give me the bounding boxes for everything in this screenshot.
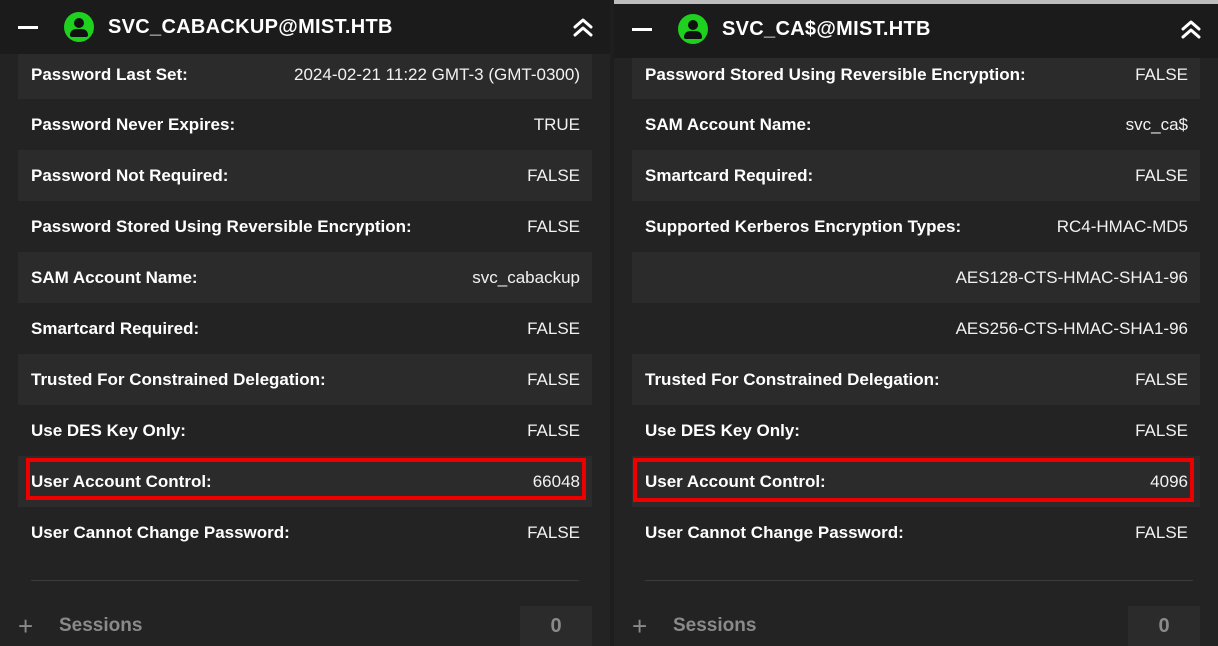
user-icon (64, 12, 94, 42)
property-row: Password Stored Using Reversible Encrypt… (18, 201, 592, 252)
property-label: User Cannot Change Password: (31, 522, 290, 542)
properties-list: Password Stored Using Reversible Encrypt… (632, 54, 1200, 558)
property-row: User Cannot Change Password: FALSE (18, 507, 592, 558)
property-label: Password Last Set: (31, 65, 188, 84)
sessions-label: Sessions (673, 615, 757, 636)
property-label: Trusted For Constrained Delegation: (31, 369, 326, 389)
property-label: Password Never Expires: (31, 114, 236, 134)
property-value: FALSE (1135, 65, 1188, 84)
property-row: Trusted For Constrained Delegation: FALS… (632, 354, 1200, 405)
property-value: svc_cabackup (472, 267, 580, 287)
property-label: Use DES Key Only: (31, 420, 186, 440)
property-label: User Cannot Change Password: (645, 522, 904, 542)
property-row: User Cannot Change Password: FALSE (632, 507, 1200, 558)
property-row: Password Never Expires: TRUE (18, 99, 592, 150)
property-label: Smartcard Required: (645, 165, 814, 185)
property-row: Trusted For Constrained Delegation: FALS… (18, 354, 592, 405)
sessions-label: Sessions (59, 615, 143, 636)
minimize-icon[interactable] (632, 27, 652, 31)
property-value: 2024-02-21 11:22 GMT-3 (GMT-0300) (294, 65, 580, 84)
double-chevron-up-icon[interactable] (1180, 18, 1202, 40)
property-label: Trusted For Constrained Delegation: (645, 369, 940, 389)
sessions-count-badge: 0 (520, 606, 592, 646)
sessions-section-header[interactable]: + Sessions 0 (632, 606, 1200, 646)
node-panel-svc-ca: Password Stored Using Reversible Encrypt… (614, 0, 1218, 646)
property-label: Use DES Key Only: (645, 420, 800, 440)
property-row: Use DES Key Only: FALSE (18, 405, 592, 456)
property-value: FALSE (527, 369, 580, 389)
property-row: SAM Account Name: svc_ca$ (632, 99, 1200, 150)
property-value: TRUE (533, 114, 580, 134)
panel-header: SVC_CA$@MIST.HTB (614, 4, 1218, 58)
property-label: Supported Kerberos Encryption Types: (645, 216, 962, 236)
property-row: Password Last Set: 2024-02-21 11:22 GMT-… (18, 54, 592, 99)
double-chevron-up-icon[interactable] (572, 16, 594, 38)
property-value: FALSE (1135, 369, 1188, 389)
property-row-user-account-control: User Account Control: 66048 (18, 456, 592, 507)
property-value: AES256-CTS-HMAC-SHA1-96 (955, 318, 1188, 338)
property-label: User Account Control: (31, 471, 212, 491)
property-label: Password Stored Using Reversible Encrypt… (645, 65, 1026, 84)
section-divider (31, 580, 579, 581)
property-value: FALSE (1135, 522, 1188, 542)
property-row: SAM Account Name: svc_cabackup (18, 252, 592, 303)
plus-icon[interactable]: + (632, 613, 662, 639)
node-panel-svc-cabackup: Password Last Set: 2024-02-21 11:22 GMT-… (0, 0, 610, 646)
property-value: svc_ca$ (1125, 114, 1188, 134)
property-label: User Account Control: (645, 471, 826, 491)
property-value: 4096 (1150, 471, 1188, 491)
property-value: FALSE (527, 165, 580, 185)
property-label: SAM Account Name: (645, 114, 812, 134)
property-row: Password Not Required: FALSE (18, 150, 592, 201)
property-row-user-account-control: User Account Control: 4096 (632, 456, 1200, 507)
node-title: SVC_CA$@MIST.HTB (722, 17, 931, 40)
property-value: 66048 (532, 471, 580, 491)
property-label: SAM Account Name: (31, 267, 198, 287)
plus-icon[interactable]: + (18, 613, 48, 639)
property-label: Password Not Required: (31, 165, 229, 185)
property-row: Smartcard Required: FALSE (18, 303, 592, 354)
property-value: RC4-HMAC-MD5 (1056, 216, 1188, 236)
section-divider (645, 580, 1193, 581)
panel-header: SVC_CABACKUP@MIST.HTB (0, 0, 610, 54)
property-row: AES128-CTS-HMAC-SHA1-96 (632, 252, 1200, 303)
property-value: AES128-CTS-HMAC-SHA1-96 (955, 267, 1188, 287)
property-label: Password Stored Using Reversible Encrypt… (31, 216, 412, 236)
property-row: Smartcard Required: FALSE (632, 150, 1200, 201)
property-value: FALSE (527, 420, 580, 440)
property-row: Supported Kerberos Encryption Types: RC4… (632, 201, 1200, 252)
property-value: FALSE (527, 318, 580, 338)
property-label: Smartcard Required: (31, 318, 200, 338)
property-value: FALSE (1135, 420, 1188, 440)
user-icon (678, 14, 708, 44)
property-row: Use DES Key Only: FALSE (632, 405, 1200, 456)
sessions-count-badge: 0 (1128, 606, 1200, 646)
minimize-icon[interactable] (18, 25, 38, 29)
property-value: FALSE (1135, 165, 1188, 185)
property-row: AES256-CTS-HMAC-SHA1-96 (632, 303, 1200, 354)
properties-list: Password Last Set: 2024-02-21 11:22 GMT-… (18, 54, 592, 558)
sessions-section-header[interactable]: + Sessions 0 (18, 606, 592, 646)
bloodhound-node-comparison: Password Last Set: 2024-02-21 11:22 GMT-… (0, 0, 1218, 646)
property-row: Password Stored Using Reversible Encrypt… (632, 54, 1200, 99)
property-value: FALSE (527, 216, 580, 236)
node-title: SVC_CABACKUP@MIST.HTB (108, 15, 393, 38)
property-value: FALSE (527, 522, 580, 542)
